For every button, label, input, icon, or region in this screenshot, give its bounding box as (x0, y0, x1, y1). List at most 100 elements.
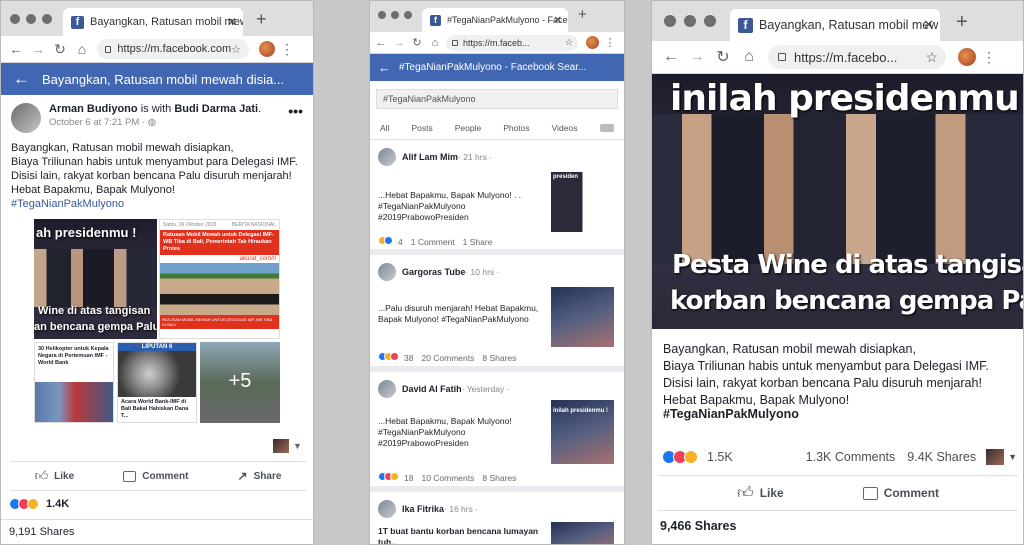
window-controls[interactable] (664, 15, 716, 27)
home-icon[interactable]: ⌂ (736, 48, 762, 66)
result-avatar[interactable] (378, 380, 396, 398)
back-icon[interactable]: ← (372, 37, 390, 49)
comment-label: Comment (883, 486, 940, 500)
search-result[interactable]: Alif Lam Mim · 21 hrs · ...Hebat Bapakmu… (370, 140, 624, 255)
close-tab-icon[interactable]: ✕ (227, 15, 237, 29)
comment-count[interactable]: 20 Comments (421, 353, 474, 363)
tab-more-icon[interactable] (599, 124, 614, 132)
result-author[interactable]: Alif Lam Mim (402, 152, 458, 162)
tab-all[interactable]: All (380, 123, 389, 133)
new-tab-icon[interactable]: + (956, 11, 968, 34)
post-image-more[interactable]: +5 (200, 342, 280, 423)
window-controls[interactable] (378, 11, 412, 19)
search-result[interactable]: Gargoras Tube · 10 hrs · ...Palu disuruh… (370, 255, 624, 372)
new-tab-icon[interactable]: + (256, 9, 267, 30)
tab-videos[interactable]: Videos (552, 123, 578, 133)
result-avatar[interactable] (378, 500, 396, 518)
comment-count[interactable]: 1.3K Comments (806, 450, 896, 464)
forward-icon[interactable]: → (390, 37, 408, 49)
bookmark-star-icon[interactable]: ☆ (925, 49, 938, 66)
window-controls[interactable] (10, 14, 52, 24)
search-input[interactable]: #TegaNianPakMulyono (376, 89, 618, 109)
comment-count[interactable]: 1 Comment (411, 237, 455, 247)
reload-icon[interactable]: ↻ (408, 36, 426, 49)
search-result[interactable]: David Al Fatih · Yesterday · ...Hebat Ba… (370, 372, 624, 492)
comment-count[interactable]: 10 Comments (421, 473, 474, 483)
bookmark-star-icon[interactable]: ☆ (231, 43, 241, 56)
browser-tab[interactable]: f #TegaNianPakMulyono - Faceb ✕ (422, 8, 568, 32)
post-image-3[interactable]: 30 Helikopter untuk Kepala Negara di Per… (34, 342, 114, 423)
dropdown-icon[interactable]: ▼ (293, 441, 302, 451)
post-time[interactable]: October 6 at 7:21 PM · (49, 117, 148, 128)
address-bar[interactable]: https://m.facebook.com ☆ (97, 39, 249, 59)
result-author[interactable]: David Al Fatih (402, 384, 462, 394)
profile-avatar-icon[interactable] (958, 48, 976, 66)
author-avatar[interactable] (11, 103, 41, 133)
profile-avatar-icon[interactable] (586, 36, 599, 49)
close-tab-icon[interactable]: ✕ (554, 15, 562, 26)
more-options-icon[interactable]: ••• (288, 103, 303, 119)
browser-window-middle: f #TegaNianPakMulyono - Faceb ✕ + ← → ↻ … (369, 0, 625, 545)
share-count[interactable]: 1 Share (463, 237, 493, 247)
result-thumbnail[interactable] (551, 287, 614, 347)
tab-posts[interactable]: Posts (411, 123, 432, 133)
post-image-2[interactable]: Sabtu, 06 Oktober 2018 BERITA NASIONAL Ra… (159, 219, 280, 339)
address-bar[interactable]: https://m.faceb... ☆ (446, 34, 578, 51)
back-icon[interactable]: ← (658, 48, 684, 66)
menu-kebab-icon[interactable]: ⋮ (603, 36, 617, 49)
comment-button[interactable]: Comment (862, 486, 940, 500)
author-name[interactable]: Arman Budiyono (49, 103, 138, 115)
share-count[interactable]: 8 Shares (482, 473, 516, 483)
forward-icon[interactable]: → (684, 48, 710, 66)
close-tab-icon[interactable]: ✕ (923, 17, 934, 33)
like-button[interactable]: 👍︎ Like (737, 484, 784, 503)
post-image[interactable]: inilah presidenmu ! Pesta Wine di atas t… (652, 74, 1023, 329)
result-avatar[interactable] (378, 148, 396, 166)
reactions-row[interactable]: 1.4K (9, 498, 69, 510)
result-thumbnail[interactable]: inilah presidenmu ! (551, 400, 614, 464)
viewer-avatar[interactable] (986, 449, 1005, 465)
back-arrow-icon[interactable]: ← (378, 60, 391, 75)
dropdown-icon[interactable]: ▼ (1008, 452, 1017, 462)
back-arrow-icon[interactable]: ← (13, 69, 30, 89)
search-result[interactable]: Ika Fitrika · 16 hrs · 1T buat bantu kor… (370, 492, 624, 544)
menu-kebab-icon[interactable]: ⋮ (980, 49, 998, 66)
forward-icon[interactable]: → (27, 41, 49, 57)
result-thumbnail[interactable]: presiden (551, 172, 614, 232)
reactions-row[interactable]: 1.5K 1.3K Comments 9.4K Shares ▼ (662, 449, 1017, 465)
result-thumbnail[interactable] (551, 522, 614, 544)
share-count-inline[interactable]: 9.4K Shares (907, 450, 976, 464)
tab-people[interactable]: People (455, 123, 481, 133)
home-icon[interactable]: ⌂ (71, 41, 93, 57)
tab-photos[interactable]: Photos (503, 123, 529, 133)
globe-icon: ◍ (147, 117, 157, 128)
share-count[interactable]: 9,191 Shares (1, 519, 313, 544)
post-image-4[interactable]: LIPUTAN 6 Acara World Bank-IMF di Bali B… (117, 342, 197, 423)
thumbnail-caption: inilah presidenmu ! (553, 408, 609, 414)
result-avatar[interactable] (378, 263, 396, 281)
result-author[interactable]: Ika Fitrika (402, 504, 444, 514)
share-button[interactable]: ↗ Share (238, 469, 282, 483)
hashtag-link[interactable]: #TegaNianPakMulyono (1, 197, 313, 211)
article-3-title: 30 Helikopter untuk Kepala Negara di Per… (38, 346, 109, 366)
reload-icon[interactable]: ↻ (710, 47, 736, 67)
hashtag-link[interactable]: #TegaNianPakMulyono (653, 407, 809, 421)
home-icon[interactable]: ⌂ (426, 37, 444, 49)
menu-kebab-icon[interactable]: ⋮ (279, 41, 295, 58)
reload-icon[interactable]: ↻ (49, 41, 71, 58)
profile-avatar-icon[interactable] (259, 41, 275, 57)
browser-tab[interactable]: f Bayangkan, Ratusan mobil mew ✕ (63, 8, 243, 36)
comment-button[interactable]: Comment (123, 470, 188, 482)
post-image-1[interactable]: ah presidenmu ! Wine di atas tangisan an… (34, 219, 157, 339)
tagged-name[interactable]: Budi Darma Jati (174, 103, 258, 115)
bookmark-star-icon[interactable]: ☆ (565, 37, 573, 48)
back-icon[interactable]: ← (5, 41, 27, 57)
address-bar[interactable]: https://m.facebo... ☆ (768, 45, 946, 69)
result-author[interactable]: Gargoras Tube (402, 267, 465, 277)
viewer-avatar[interactable] (273, 439, 289, 453)
like-button[interactable]: 👍︎ Like (35, 468, 75, 484)
browser-tab[interactable]: f Bayangkan, Ratusan mobil mew ✕ (730, 9, 940, 41)
share-count[interactable]: 8 Shares (482, 353, 516, 363)
new-tab-icon[interactable]: + (578, 6, 587, 23)
share-count[interactable]: 9,466 Shares (660, 519, 736, 533)
